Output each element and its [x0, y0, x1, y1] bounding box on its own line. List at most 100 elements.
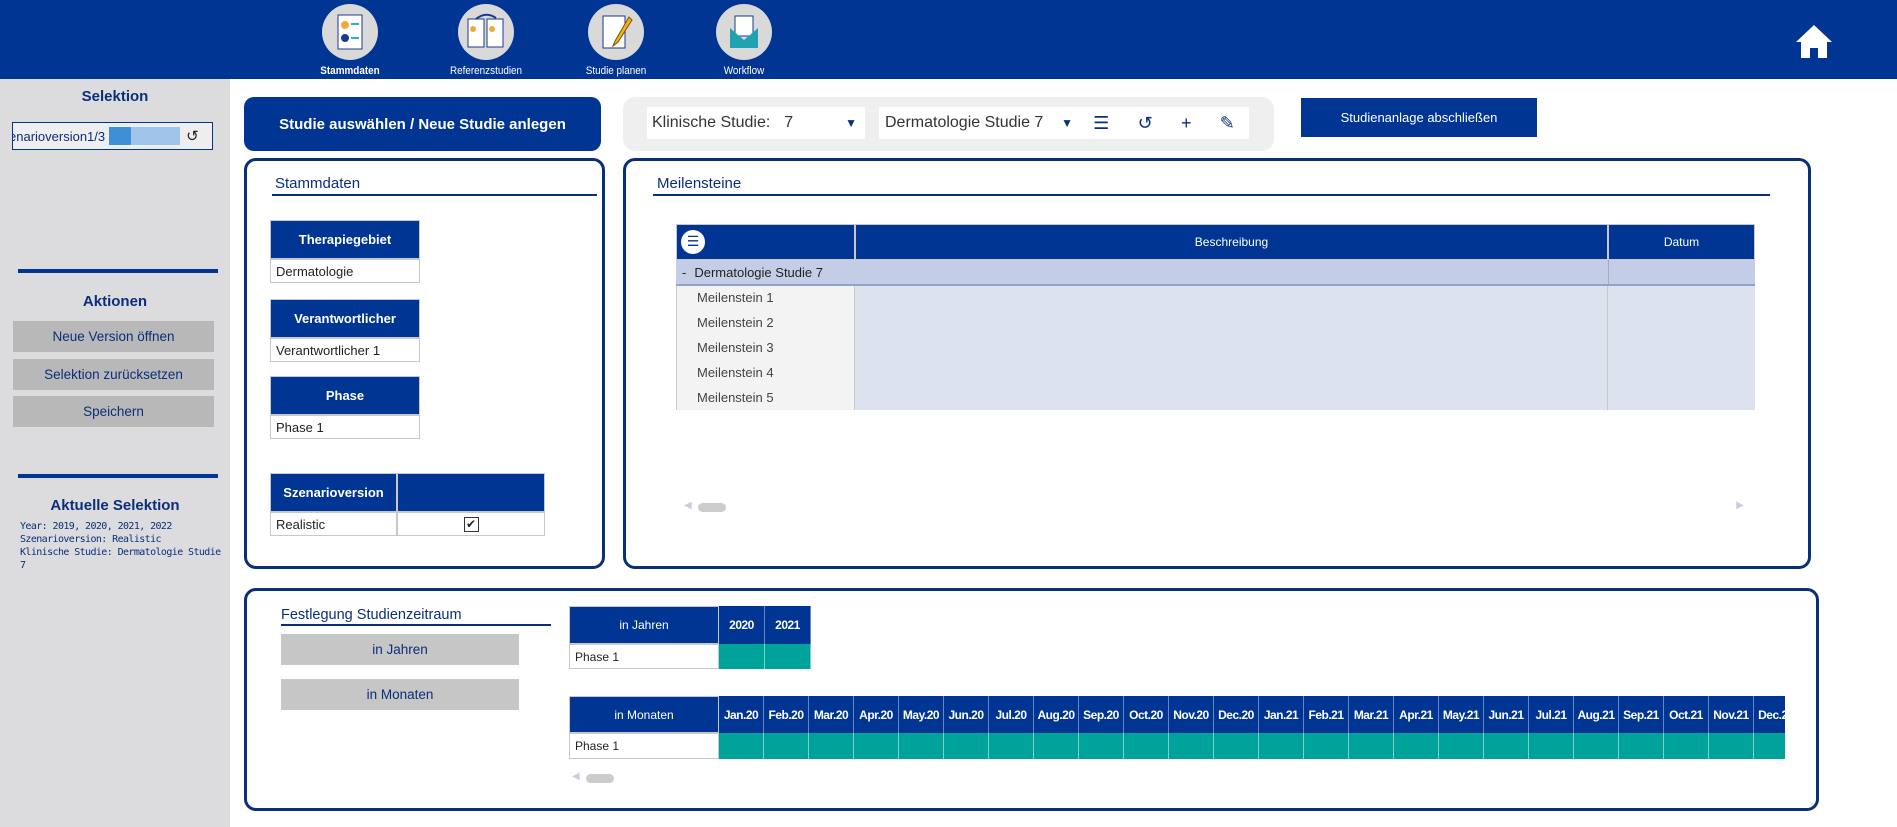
month-column-header: Oct.21 — [1664, 696, 1709, 733]
year-column-header: 2021 — [765, 606, 811, 644]
month-column-header: Aug.20 — [1034, 696, 1079, 733]
aktuelle-selektion-text: Year: 2019, 2020, 2021, 2022 Szenariovers… — [20, 521, 221, 571]
nav-referenzstudien[interactable]: Referenzstudien — [431, 4, 541, 77]
months-table: in Monaten Phase 1 Jan.20 Feb.20 Mar.20 … — [569, 696, 1785, 760]
document-chart-icon — [322, 4, 378, 60]
column-header-beschreibung[interactable]: Beschreibung — [855, 224, 1608, 260]
month-cell-filled — [1619, 733, 1664, 759]
month-column-header: Jul.21 — [1529, 696, 1574, 733]
selektion-zuruecksetzen-button[interactable]: Selektion zurücksetzen — [13, 359, 214, 390]
month-column-header: Dec.21 — [1754, 696, 1785, 733]
in-monaten-button[interactable]: in Monaten — [281, 679, 519, 710]
menu-icon[interactable]: ☰ — [681, 230, 705, 254]
table-row[interactable]: Meilenstein 4 — [676, 361, 1755, 386]
month-cell-filled — [1349, 733, 1394, 759]
month-cell-filled — [1529, 733, 1574, 759]
table-row[interactable]: Meilenstein 2 — [676, 311, 1755, 336]
month-column-header: Sep.21 — [1619, 696, 1664, 733]
table-row[interactable]: Meilenstein 1 — [676, 286, 1755, 311]
month-cell-filled — [944, 733, 989, 759]
column-header-datum[interactable]: Datum — [1608, 224, 1755, 260]
horizontal-scrollbar[interactable]: ◀ — [572, 771, 1782, 785]
month-cell-filled — [809, 733, 854, 759]
month-column-header: Oct.20 — [1124, 696, 1169, 733]
month-cell-filled — [854, 733, 899, 759]
month-cell-filled — [1754, 733, 1785, 759]
month-cell-filled — [1034, 733, 1079, 759]
nav-workflow[interactable]: Workflow — [689, 4, 799, 77]
month-cell-filled — [719, 733, 764, 759]
studienzeitraum-title: Festlegung Studienzeitraum — [281, 607, 462, 623]
field-value: Verantwortlicher 1 — [270, 338, 420, 362]
studienanlage-abschliessen-button[interactable]: Studienanlage abschließen — [1301, 98, 1537, 137]
filter-icon[interactable]: ☰ — [1093, 113, 1109, 134]
reset-icon[interactable]: ↺ — [186, 127, 199, 145]
neue-version-button[interactable]: Neue Version öffnen — [13, 321, 214, 352]
month-column-header: Sep.20 — [1079, 696, 1124, 733]
table-row[interactable]: Meilenstein 3 — [676, 336, 1755, 361]
collapse-toggle[interactable]: - — [682, 265, 686, 280]
envelope-icon — [716, 4, 772, 60]
document-pen-icon — [588, 4, 644, 60]
year-cell-filled — [719, 644, 765, 669]
month-cell-filled — [1574, 733, 1619, 759]
month-cell-filled — [1484, 733, 1529, 759]
study-name-dropdown[interactable]: Dermatologie Studie 7 ▼ — [879, 107, 1079, 139]
horizontal-scrollbar[interactable]: ◀ ▶ — [684, 500, 1744, 514]
month-column-header: Jun.20 — [944, 696, 989, 733]
month-column-header: Jan.21 — [1259, 696, 1304, 733]
refresh-icon[interactable]: ↺ — [1138, 113, 1153, 134]
year-cell-filled — [765, 644, 811, 669]
sidebar: Selektion enarioversion 1/3 ↺ Aktionen Ne… — [0, 79, 230, 827]
month-column-header: May.20 — [899, 696, 944, 733]
szenarioversion-header: Szenarioversion — [270, 473, 397, 512]
month-column-header: Apr.20 — [854, 696, 899, 733]
szenarioversion-slicer[interactable]: enarioversion 1/3 ↺ — [12, 122, 213, 150]
top-navigation-bar: Stammdaten Referenzstudien Studie planen… — [0, 0, 1897, 79]
month-column-header: Mar.20 — [809, 696, 854, 733]
month-column-header: Jul.20 — [989, 696, 1034, 733]
field-value: Phase 1 — [270, 415, 420, 439]
month-cell-filled — [1709, 733, 1754, 759]
add-icon[interactable]: + — [1181, 113, 1192, 134]
month-column-header: Feb.21 — [1304, 696, 1349, 733]
month-cell-filled — [899, 733, 944, 759]
month-cell-filled — [1259, 733, 1304, 759]
nav-studie-planen[interactable]: Studie planen — [561, 4, 671, 77]
month-cell-filled — [1169, 733, 1214, 759]
month-cell-filled — [1214, 733, 1259, 759]
month-cell-filled — [1664, 733, 1709, 759]
month-cell-filled — [764, 733, 809, 759]
month-cell-filled — [1439, 733, 1484, 759]
month-column-header: Nov.21 — [1709, 696, 1754, 733]
studie-auswaehlen-button[interactable]: Studie auswählen / Neue Studie anlegen — [244, 97, 601, 151]
edit-pencil-icon[interactable]: ✎ — [1220, 113, 1235, 134]
aktionen-title: Aktionen — [82, 293, 148, 310]
szenarioversion-header-blank — [397, 473, 545, 512]
field-value: Dermatologie — [270, 259, 420, 283]
realistic-checkbox[interactable]: ✔ — [463, 516, 479, 532]
divider — [272, 194, 597, 196]
nav-stammdaten[interactable]: Stammdaten — [295, 4, 405, 77]
years-row-label: Phase 1 — [569, 644, 719, 669]
speichern-button[interactable]: Speichern — [13, 396, 214, 427]
table-row[interactable]: Meilenstein 5 — [676, 386, 1755, 410]
slicer-bar[interactable] — [109, 127, 181, 145]
years-header: in Jahren — [569, 606, 719, 644]
divider — [18, 269, 218, 273]
home-icon[interactable] — [1794, 22, 1834, 65]
meilensteine-title: Meilensteine — [657, 175, 742, 192]
month-column-header: Apr.21 — [1394, 696, 1439, 733]
divider — [18, 474, 218, 478]
group-row[interactable]: - Dermatologie Studie 7 — [676, 260, 1755, 286]
in-jahren-button[interactable]: in Jahren — [281, 634, 519, 665]
month-cell-filled — [1124, 733, 1169, 759]
field-header: Phase — [270, 376, 420, 415]
month-column-header: Dec.20 — [1214, 696, 1259, 733]
documents-compare-icon — [458, 4, 514, 60]
divider — [281, 624, 551, 626]
months-row-label: Phase 1 — [569, 733, 719, 759]
klinische-studie-dropdown[interactable]: Klinische Studie: 7 ▼ — [647, 107, 865, 139]
month-column-header: Jan.20 — [719, 696, 764, 733]
filter-bar: Klinische Studie: 7 ▼ Dermatologie Studie … — [623, 97, 1274, 151]
